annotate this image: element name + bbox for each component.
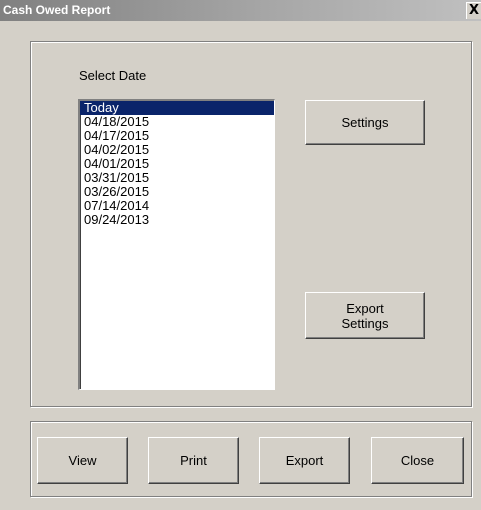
date-list-item[interactable]: Today [80, 101, 274, 115]
close-icon[interactable]: X [466, 2, 481, 19]
window-title: Cash Owed Report [3, 3, 111, 17]
export-button[interactable]: Export [259, 437, 350, 484]
view-button[interactable]: View [37, 437, 128, 484]
date-list-item[interactable]: 09/24/2013 [80, 213, 274, 227]
select-date-label: Select Date [79, 68, 147, 83]
settings-button[interactable]: Settings [305, 100, 425, 145]
date-list-item[interactable]: 04/17/2015 [80, 129, 274, 143]
print-button[interactable]: Print [148, 437, 239, 484]
date-listbox[interactable]: Today 04/18/2015 04/17/2015 04/02/2015 0… [78, 99, 275, 390]
date-list-item[interactable]: 03/31/2015 [80, 171, 274, 185]
export-settings-button[interactable]: Export Settings [305, 292, 425, 339]
cash-owed-report-window: Cash Owed Report X Select Date Today 04/… [0, 0, 481, 510]
date-list-item[interactable]: 03/26/2015 [80, 185, 274, 199]
date-list-item[interactable]: 07/14/2014 [80, 199, 274, 213]
date-list-item[interactable]: 04/01/2015 [80, 157, 274, 171]
title-bar[interactable]: Cash Owed Report X [0, 0, 481, 21]
close-button[interactable]: Close [371, 437, 464, 484]
date-list-item[interactable]: 04/02/2015 [80, 143, 274, 157]
date-list-item[interactable]: 04/18/2015 [80, 115, 274, 129]
